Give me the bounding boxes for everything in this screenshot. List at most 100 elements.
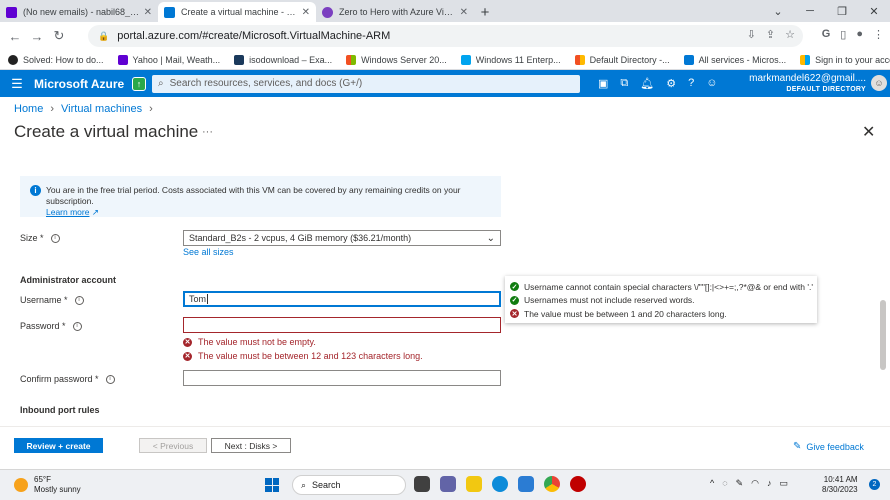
more-options-icon[interactable]: ··· bbox=[202, 126, 213, 138]
close-blade-icon[interactable]: ✕ bbox=[862, 122, 875, 142]
feedback-icon[interactable]: ☺ bbox=[706, 77, 717, 90]
new-tab-button[interactable]: + bbox=[474, 2, 496, 22]
windows-logo-icon bbox=[346, 54, 357, 65]
task-view-icon[interactable] bbox=[414, 476, 430, 492]
info-tooltip-icon[interactable]: i bbox=[105, 374, 115, 384]
browser-extensions: G ▯ ● ⋮ bbox=[822, 28, 884, 41]
azure-search-input[interactable]: ⌕ Search resources, services, and docs (… bbox=[152, 74, 580, 93]
breadcrumb-home[interactable]: Home bbox=[14, 103, 43, 115]
chevron-up-icon[interactable]: ^ bbox=[710, 478, 714, 489]
battery-icon[interactable]: ▭ bbox=[780, 478, 789, 489]
account-info[interactable]: markmandel622@gmail.... DEFAULT DIRECTOR… bbox=[749, 73, 866, 95]
notifications-icon[interactable]: 🔔︎ bbox=[640, 77, 654, 90]
azure-brand[interactable]: Microsoft Azure bbox=[34, 77, 132, 91]
profile-icon[interactable]: ● bbox=[856, 28, 863, 41]
chevron-right-icon: › bbox=[50, 103, 55, 115]
review-create-button[interactable]: Review + create bbox=[14, 438, 103, 453]
close-window-icon[interactable]: ✕ bbox=[858, 5, 890, 18]
azure-icon bbox=[683, 54, 694, 65]
google-icon[interactable]: G bbox=[822, 28, 831, 41]
info-tooltip-icon[interactable]: i bbox=[74, 295, 84, 305]
app-icon[interactable] bbox=[570, 476, 586, 492]
volume-icon[interactable]: ♪ bbox=[767, 478, 772, 489]
bookmark-star-icon[interactable]: ☆ bbox=[785, 28, 795, 41]
close-icon[interactable]: ✕ bbox=[460, 7, 468, 18]
close-icon[interactable]: ✕ bbox=[144, 7, 152, 18]
clock[interactable]: 10:41 AM 8/30/2023 bbox=[822, 475, 858, 495]
password-error: ✕ The value must not be empty. bbox=[183, 337, 316, 347]
share-icon[interactable]: ⇪ bbox=[766, 28, 775, 41]
password-input[interactable] bbox=[183, 317, 501, 333]
weather-widget[interactable]: 65°F Mostly sunny bbox=[14, 475, 81, 495]
confirm-password-label: Confirm password * i bbox=[20, 374, 115, 384]
bookmark-item[interactable]: isodownload – Exa... bbox=[234, 54, 332, 65]
close-icon[interactable]: ✕ bbox=[302, 7, 310, 18]
confirm-password-input[interactable] bbox=[183, 370, 501, 386]
settings-gear-icon[interactable]: ⚙ bbox=[666, 77, 676, 90]
scrollbar-thumb[interactable] bbox=[880, 300, 886, 370]
tab-yahoo-mail[interactable]: (No new emails) - nabil68_92@y ✕ bbox=[0, 2, 158, 22]
url-text: portal.azure.com/#create/Microsoft.Virtu… bbox=[117, 30, 391, 42]
minimize-icon[interactable]: ─ bbox=[794, 5, 826, 17]
menu-icon[interactable]: ⋮ bbox=[873, 28, 884, 41]
see-all-sizes-link[interactable]: See all sizes bbox=[183, 247, 234, 257]
tab-search-icon[interactable]: ⌄ bbox=[762, 5, 794, 18]
reload-icon[interactable]: ↻ bbox=[48, 28, 70, 44]
back-icon[interactable]: ← bbox=[4, 29, 26, 44]
restore-icon[interactable]: ❐ bbox=[826, 5, 858, 18]
tab-create-vm[interactable]: Create a virtual machine - Micro ✕ bbox=[158, 2, 316, 22]
search-icon: ⌕ bbox=[301, 479, 307, 490]
pen-icon[interactable]: ✎ bbox=[736, 478, 744, 489]
date: 8/30/2023 bbox=[822, 485, 858, 494]
upgrade-icon[interactable]: ↑ bbox=[132, 76, 146, 91]
give-feedback-link[interactable]: ✎ Give feedback bbox=[793, 441, 864, 452]
taskbar-search[interactable]: ⌕ Search bbox=[292, 475, 406, 495]
bookmark-item[interactable]: Windows Server 20... bbox=[346, 54, 447, 65]
bookmarks-bar: Solved: How to do... Yahoo | Mail, Weath… bbox=[0, 50, 890, 70]
lock-icon[interactable]: 🔒 bbox=[98, 31, 109, 42]
username-label: Username * i bbox=[20, 295, 84, 305]
avatar[interactable]: ☺ bbox=[871, 75, 887, 91]
teams-icon[interactable] bbox=[440, 476, 456, 492]
external-link-icon[interactable]: ↗ bbox=[92, 207, 99, 217]
previous-button[interactable]: < Previous bbox=[139, 438, 207, 453]
validation-item: ✓ Username cannot contain special charac… bbox=[510, 281, 813, 292]
breadcrumb-virtual-machines[interactable]: Virtual machines bbox=[61, 103, 142, 115]
chrome-icon[interactable] bbox=[544, 476, 560, 492]
username-input[interactable]: Tom bbox=[183, 291, 501, 307]
start-button[interactable] bbox=[265, 478, 279, 492]
bookmark-item[interactable]: Default Directory -... bbox=[574, 54, 670, 65]
next-disks-button[interactable]: Next : Disks > bbox=[211, 438, 291, 453]
address-bar[interactable]: 🔒 portal.azure.com/#create/Microsoft.Vir… bbox=[88, 25, 803, 47]
wifi-icon[interactable]: ◠ bbox=[751, 478, 759, 489]
cloud-shell-icon[interactable]: ▣ bbox=[598, 77, 608, 90]
header-icons: ▣ ⧉ 🔔︎ ⚙ ? ☺ bbox=[598, 77, 717, 90]
bookmark-item[interactable]: Yahoo | Mail, Weath... bbox=[117, 54, 220, 65]
sidepanel-icon[interactable]: ▯ bbox=[840, 28, 846, 41]
size-dropdown[interactable]: Standard_B2s - 2 vcpus, 4 GiB memory ($3… bbox=[183, 230, 501, 246]
tab-title: Zero to Hero with Azure Virtual D bbox=[339, 7, 456, 17]
bookmark-item[interactable]: Windows 11 Enterp... bbox=[460, 54, 561, 65]
chat-icon[interactable]: ◌ bbox=[722, 478, 727, 489]
bookmark-favicon-icon bbox=[234, 54, 245, 65]
bookmark-item[interactable]: Solved: How to do... bbox=[8, 54, 104, 65]
directory-filter-icon[interactable]: ⧉ bbox=[620, 77, 628, 90]
info-tooltip-icon[interactable]: i bbox=[50, 233, 60, 243]
forward-icon[interactable]: → bbox=[26, 29, 48, 44]
tab-zero-to-hero[interactable]: Zero to Hero with Azure Virtual D ✕ bbox=[316, 2, 474, 22]
learn-more-link[interactable]: Learn more bbox=[46, 207, 89, 217]
hamburger-menu-icon[interactable]: ☰ bbox=[0, 76, 34, 92]
bookmark-item[interactable]: Sign in to your acco... bbox=[800, 54, 890, 65]
site-icon bbox=[322, 6, 333, 18]
info-tooltip-icon[interactable]: i bbox=[72, 321, 82, 331]
text-caret bbox=[207, 294, 209, 304]
inbound-port-rules-heading: Inbound port rules bbox=[20, 405, 100, 415]
store-icon[interactable] bbox=[518, 476, 534, 492]
system-tray: ^ ◌ ✎ ◠ ♪ ▭ bbox=[710, 478, 788, 489]
bookmark-item[interactable]: All services - Micros... bbox=[683, 54, 786, 65]
install-icon[interactable]: ⇩ bbox=[747, 28, 756, 41]
notification-badge[interactable]: 2 bbox=[869, 479, 880, 490]
file-explorer-icon[interactable] bbox=[466, 476, 482, 492]
edge-icon[interactable] bbox=[492, 476, 508, 492]
help-icon[interactable]: ? bbox=[688, 77, 694, 90]
